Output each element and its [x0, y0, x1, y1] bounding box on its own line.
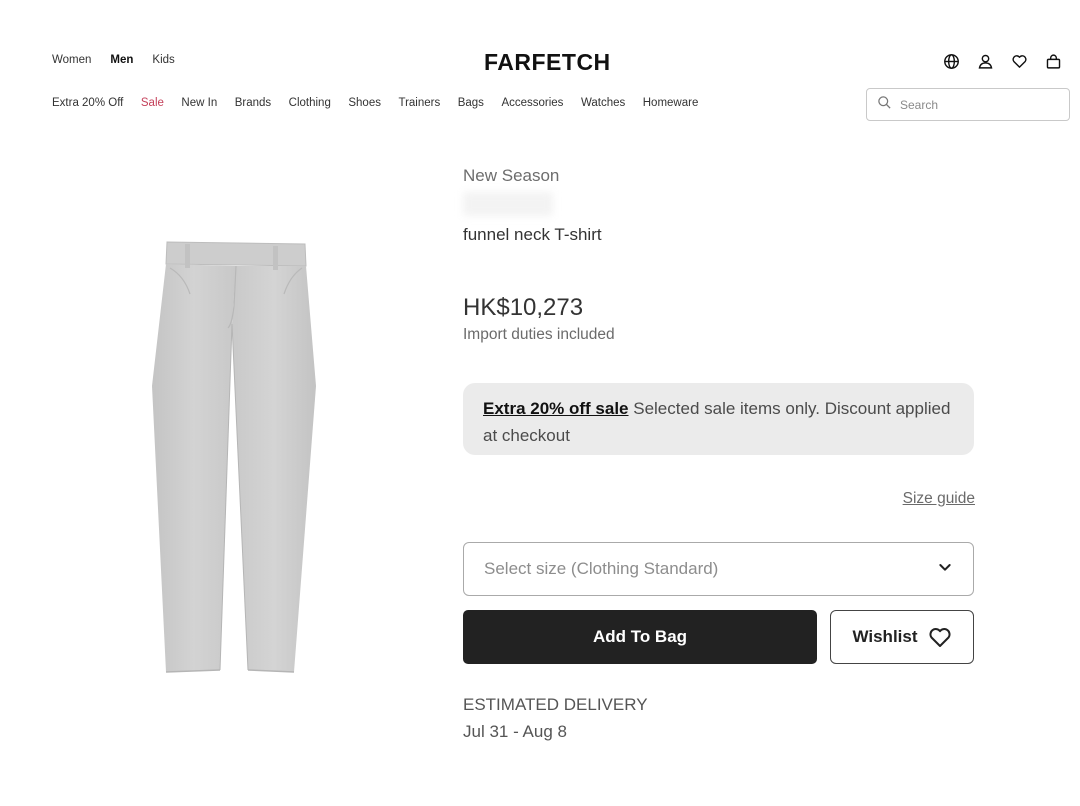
bag-icon[interactable]: [1044, 52, 1062, 70]
promo-link[interactable]: Extra 20% off sale: [483, 399, 629, 418]
search-icon: [877, 95, 892, 115]
estimated-delivery-dates: Jul 31 - Aug 8: [463, 722, 567, 741]
globe-icon[interactable]: [942, 52, 960, 70]
cat-clothing[interactable]: Clothing: [289, 97, 331, 109]
size-select[interactable]: Select size (Clothing Standard): [463, 542, 974, 596]
heart-icon: [928, 628, 951, 647]
size-select-placeholder: Select size (Clothing Standard): [484, 559, 719, 578]
cat-homeware[interactable]: Homeware: [643, 97, 699, 109]
search-box[interactable]: [866, 88, 1070, 121]
wishlist-label: Wishlist: [852, 627, 918, 646]
add-to-bag-button[interactable]: Add To Bag: [463, 610, 817, 664]
cat-bags[interactable]: Bags: [458, 97, 484, 109]
cat-sale[interactable]: Sale: [141, 97, 164, 109]
farfetch-logo[interactable]: FARFETCH: [484, 49, 611, 76]
product-price: HK$10,273: [463, 294, 584, 321]
season-label: New Season: [463, 166, 560, 185]
cat-new-in[interactable]: New In: [181, 97, 217, 109]
cat-trainers[interactable]: Trainers: [398, 97, 440, 109]
product-page: Women Men Kids FARFETCH Extra 20% Off Sa…: [0, 0, 1080, 806]
category-nav: Extra 20% Off Sale New In Brands Clothin…: [52, 97, 716, 109]
brand-name-blurred[interactable]: [463, 192, 553, 216]
wishlist-button[interactable]: Wishlist: [830, 610, 974, 664]
nav-kids[interactable]: Kids: [152, 54, 174, 66]
duties-note: Import duties included: [463, 326, 615, 343]
product-name: funnel neck T-shirt: [463, 225, 602, 244]
gender-nav: Women Men Kids: [52, 54, 175, 66]
heart-icon[interactable]: [1010, 52, 1028, 70]
estimated-delivery-label: ESTIMATED DELIVERY: [463, 695, 648, 714]
utility-icons: [942, 52, 1062, 70]
cat-extra-20-off[interactable]: Extra 20% Off: [52, 97, 123, 109]
product-image[interactable]: [140, 236, 330, 680]
trousers-illustration: [152, 241, 316, 673]
search-input[interactable]: [900, 97, 1060, 112]
cat-shoes[interactable]: Shoes: [348, 97, 381, 109]
cat-watches[interactable]: Watches: [581, 97, 625, 109]
cat-brands[interactable]: Brands: [235, 97, 271, 109]
size-guide-link[interactable]: Size guide: [903, 490, 975, 508]
account-icon[interactable]: [976, 52, 994, 70]
nav-women[interactable]: Women: [52, 54, 91, 66]
promo-banner: Extra 20% off sale Selected sale items o…: [463, 383, 974, 455]
cat-accessories[interactable]: Accessories: [501, 97, 563, 109]
chevron-down-icon: [937, 559, 953, 580]
nav-men[interactable]: Men: [110, 54, 133, 66]
